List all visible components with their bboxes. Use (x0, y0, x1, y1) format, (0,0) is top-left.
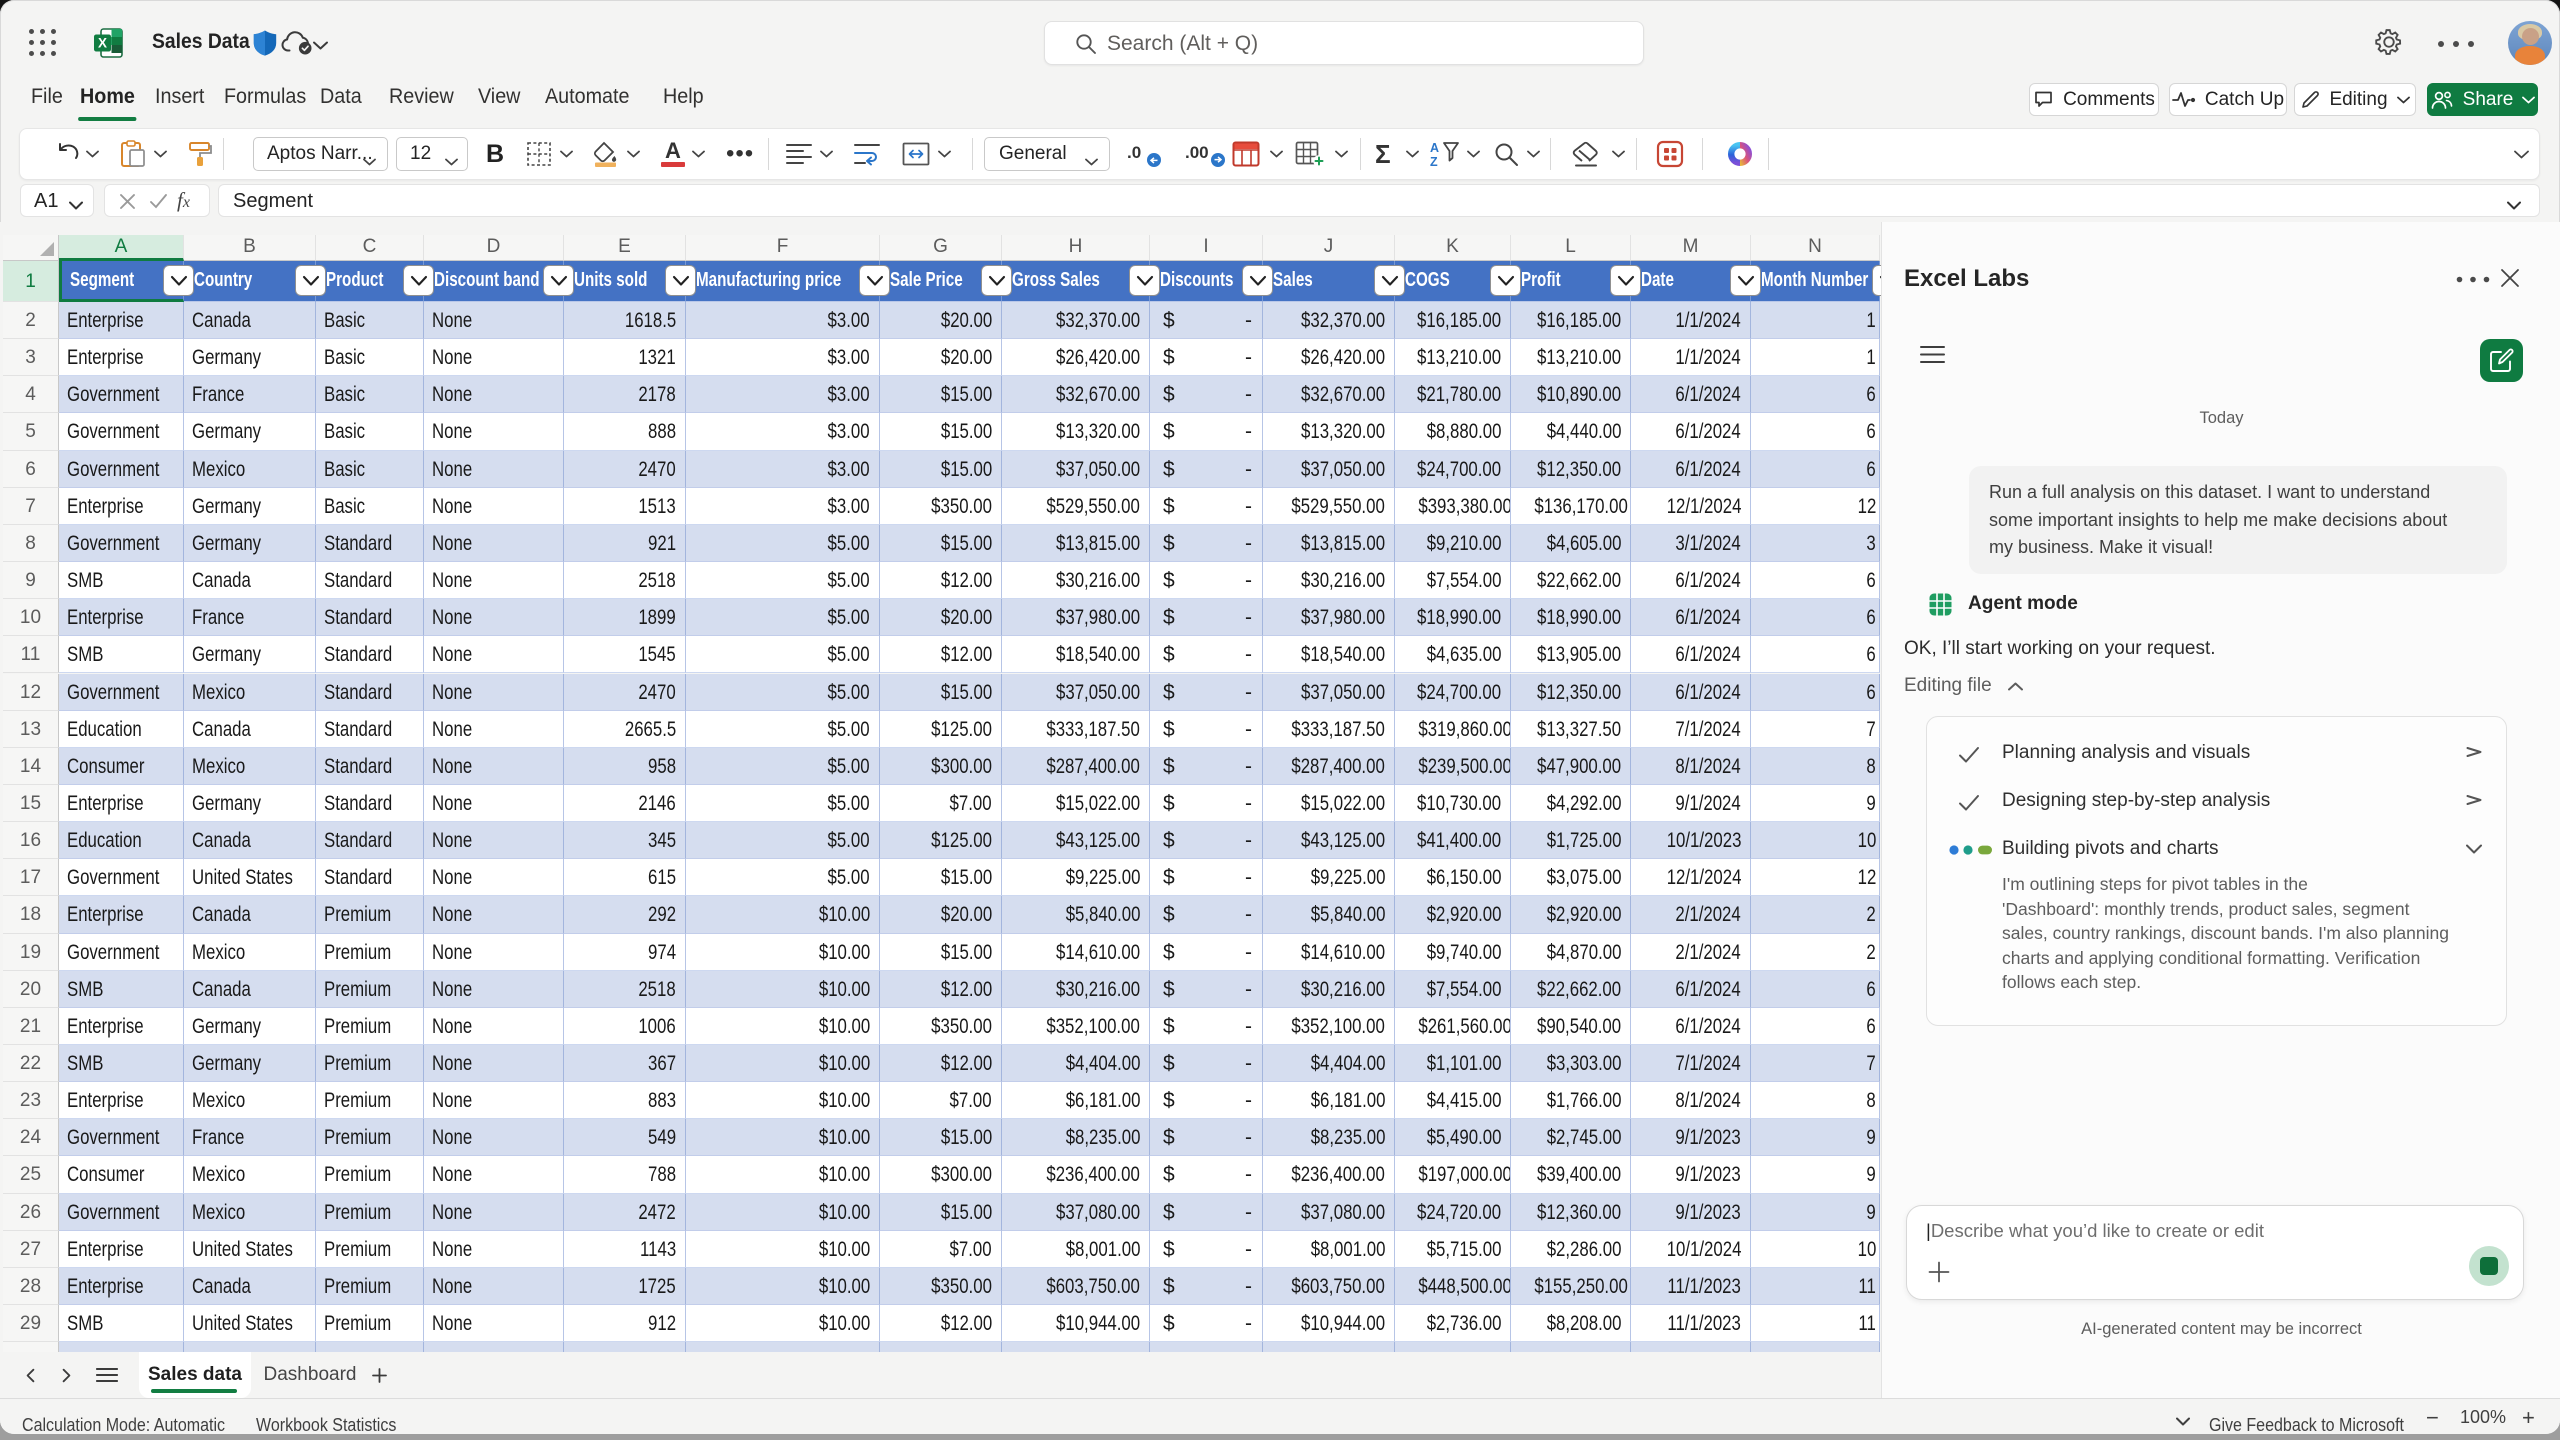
svg-text:.00: .00 (1185, 143, 1209, 162)
svg-text:A: A (1430, 141, 1439, 155)
svg-text:X: X (98, 36, 107, 51)
svg-text:.0: .0 (1127, 143, 1141, 162)
svg-text:Z: Z (1430, 155, 1438, 168)
